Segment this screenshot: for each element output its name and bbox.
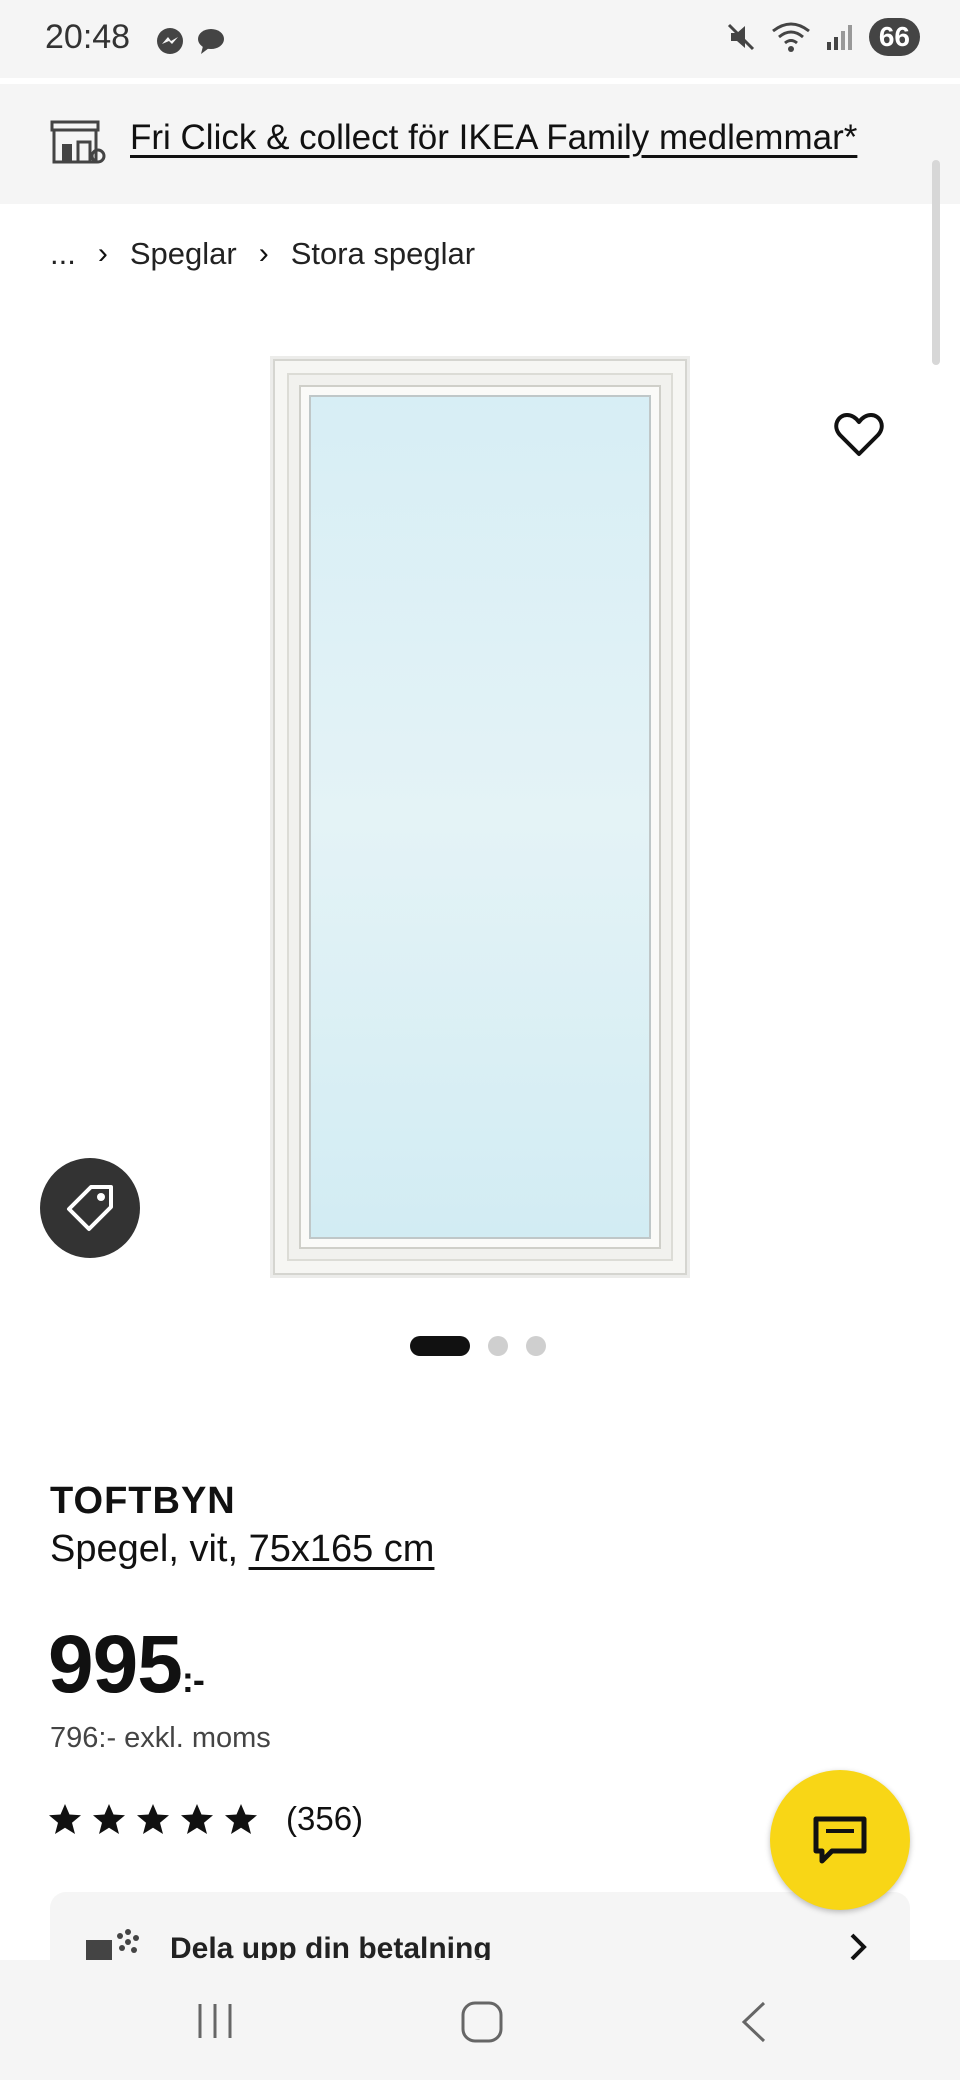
star-icon	[181, 1804, 213, 1834]
product-image[interactable]	[270, 356, 690, 1278]
breadcrumb-item-stora-speglar[interactable]: Stora speglar	[291, 236, 475, 272]
image-carousel-dots	[410, 1336, 546, 1356]
star-icon	[137, 1804, 169, 1834]
promo-banner[interactable]: Fri Click & collect för IKEA Family medl…	[0, 84, 960, 204]
price-excl-vat: 796:- exkl. moms	[50, 1722, 271, 1754]
status-notification-icons	[155, 26, 227, 56]
breadcrumb-item-speglar[interactable]: Speglar	[130, 236, 237, 272]
scroll-indicator[interactable]	[932, 160, 940, 365]
price-tag-button[interactable]	[40, 1158, 140, 1258]
carousel-dot[interactable]	[488, 1336, 508, 1356]
store-pickup-icon	[50, 120, 106, 164]
product-rating[interactable]: (356)	[48, 1800, 363, 1838]
breadcrumb: ... › Speglar › Stora speglar	[50, 236, 475, 272]
messenger-icon	[157, 28, 183, 54]
breadcrumb-ellipsis[interactable]: ...	[50, 236, 76, 272]
home-icon[interactable]	[460, 2000, 504, 2044]
rating-count: (356)	[286, 1800, 364, 1837]
star-icon	[93, 1804, 125, 1834]
back-icon[interactable]	[738, 2000, 768, 2044]
promo-link[interactable]: Fri Click & collect för IKEA Family medl…	[130, 118, 857, 158]
price-value: 995	[48, 1619, 183, 1710]
chevron-right-icon	[850, 1933, 867, 1961]
chat-icon	[813, 1816, 867, 1864]
mute-icon	[727, 23, 754, 51]
chevron-right-icon: ›	[258, 237, 269, 270]
carousel-dot[interactable]	[526, 1336, 546, 1356]
status-time: 20:48	[45, 18, 131, 56]
battery-indicator: 66	[868, 18, 920, 56]
signal-icon	[826, 25, 852, 50]
product-size-link[interactable]: 75x165 cm	[249, 1528, 435, 1570]
price-tag-icon	[67, 1185, 113, 1231]
chat-button[interactable]	[770, 1770, 910, 1910]
product-price: 995:-	[48, 1618, 205, 1712]
wifi-icon	[771, 22, 810, 52]
product-type: Spegel, vit,	[50, 1528, 249, 1570]
recent-apps-icon[interactable]	[194, 2000, 236, 2042]
product-name: TOFTBYN	[50, 1480, 236, 1522]
star-icon	[49, 1804, 81, 1834]
carousel-dot-active[interactable]	[410, 1336, 470, 1356]
star-icon	[225, 1804, 257, 1834]
chat-bubble-icon	[198, 29, 224, 54]
chevron-right-icon: ›	[97, 237, 108, 270]
price-suffix: :-	[181, 1659, 205, 1700]
system-navigation-bar	[0, 1960, 960, 2080]
favorite-heart-icon[interactable]	[834, 412, 884, 458]
status-system-icons: 66	[725, 18, 920, 56]
product-description: Spegel, vit, 75x165 cm	[50, 1528, 434, 1571]
status-bar: 20:48 66	[0, 0, 960, 78]
